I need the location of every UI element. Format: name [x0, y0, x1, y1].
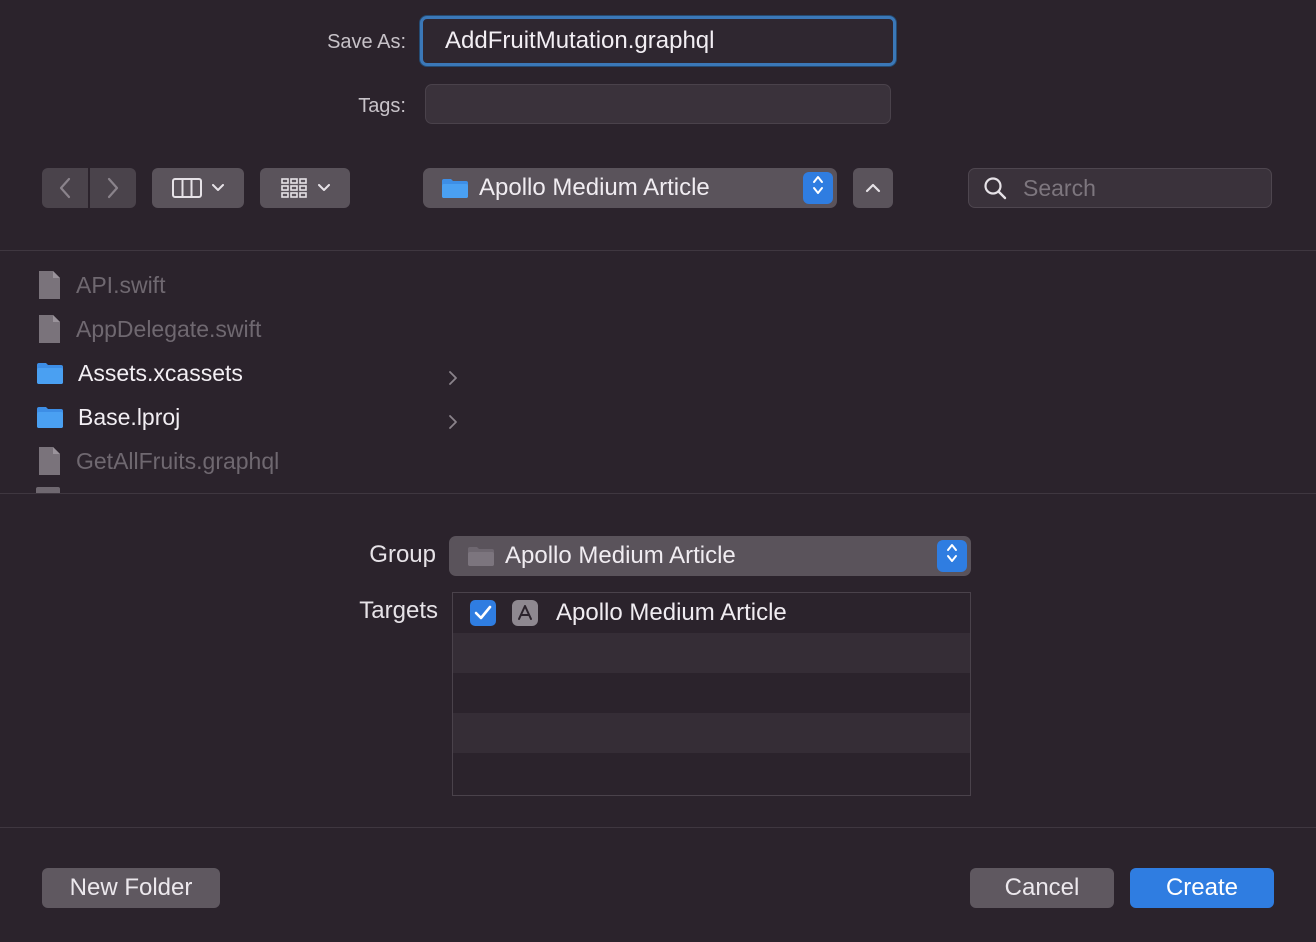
target-row-empty [453, 633, 970, 673]
file-name: API.swift [76, 271, 166, 298]
chevron-down-icon [212, 184, 224, 192]
up-down-icon [945, 542, 959, 571]
separator [0, 827, 1316, 828]
view-mode-button[interactable] [152, 168, 244, 208]
group-value: Apollo Medium Article [505, 542, 736, 569]
tags-field[interactable] [425, 84, 891, 124]
chevron-right-icon [448, 409, 458, 436]
up-down-icon [811, 174, 825, 203]
file-name: GetAllFruits.graphql [76, 447, 280, 474]
save-as-field[interactable]: AddFruitMutation.graphql [420, 16, 896, 66]
new-folder-button[interactable]: New Folder [42, 868, 220, 908]
file-name: AppDelegate.swift [76, 315, 262, 342]
search-field[interactable]: Search [968, 168, 1272, 208]
search-placeholder: Search [1023, 174, 1096, 201]
save-as-label: Save As: [327, 31, 406, 53]
group-by-button[interactable] [260, 168, 350, 208]
tags-label: Tags: [358, 95, 406, 117]
group-popup[interactable]: Apollo Medium Article [449, 536, 971, 576]
group-stepper [937, 540, 967, 572]
target-row[interactable]: Apollo Medium Article [453, 593, 970, 633]
location-label: Apollo Medium Article [479, 174, 710, 201]
location-stepper [803, 172, 833, 204]
file-name: Base.lproj [78, 403, 181, 430]
chevron-up-icon [865, 183, 881, 193]
folder-icon [36, 405, 64, 429]
group-label: Group [369, 541, 436, 568]
folder-icon [467, 545, 495, 567]
file-browser: API.swift AppDelegate.swift Assets.xcass… [0, 251, 1316, 493]
document-icon [36, 314, 62, 344]
targets-list: Apollo Medium Article [452, 592, 971, 796]
document-icon [36, 446, 62, 476]
grid-icon [280, 177, 308, 199]
forward-button[interactable] [90, 168, 136, 208]
chevron-right-icon [448, 365, 458, 392]
chevron-down-icon [318, 184, 330, 192]
target-row-empty [453, 673, 970, 713]
chevron-right-icon [106, 177, 120, 199]
list-item[interactable]: API.swift [36, 265, 476, 305]
collapse-button[interactable] [853, 168, 893, 208]
target-name: Apollo Medium Article [556, 599, 787, 626]
targets-label: Targets [359, 597, 438, 624]
folder-icon [441, 177, 469, 199]
folder-icon [36, 361, 64, 385]
cancel-button[interactable]: Cancel [970, 868, 1114, 908]
location-popup[interactable]: Apollo Medium Article [423, 168, 837, 208]
target-row-empty [453, 713, 970, 753]
back-button[interactable] [42, 168, 88, 208]
list-item[interactable]: Base.lproj [36, 397, 476, 437]
search-icon [983, 176, 1007, 200]
column-view-icon [172, 178, 202, 198]
target-checkbox[interactable] [470, 600, 496, 626]
app-target-icon [512, 600, 538, 626]
target-row-empty [453, 753, 970, 793]
file-name: Assets.xcassets [78, 359, 243, 386]
list-item[interactable]: Assets.xcassets [36, 353, 476, 393]
list-item[interactable]: GetAllFruits.graphql [36, 441, 476, 481]
document-icon [36, 270, 62, 300]
chevron-left-icon [58, 177, 72, 199]
create-button[interactable]: Create [1130, 868, 1274, 908]
save-dialog: Save As: AddFruitMutation.graphql Tags: [0, 0, 1316, 942]
checkmark-icon [474, 605, 492, 621]
separator [0, 493, 1316, 494]
list-item[interactable]: AppDelegate.swift [36, 309, 476, 349]
save-as-value: AddFruitMutation.graphql [445, 27, 715, 54]
